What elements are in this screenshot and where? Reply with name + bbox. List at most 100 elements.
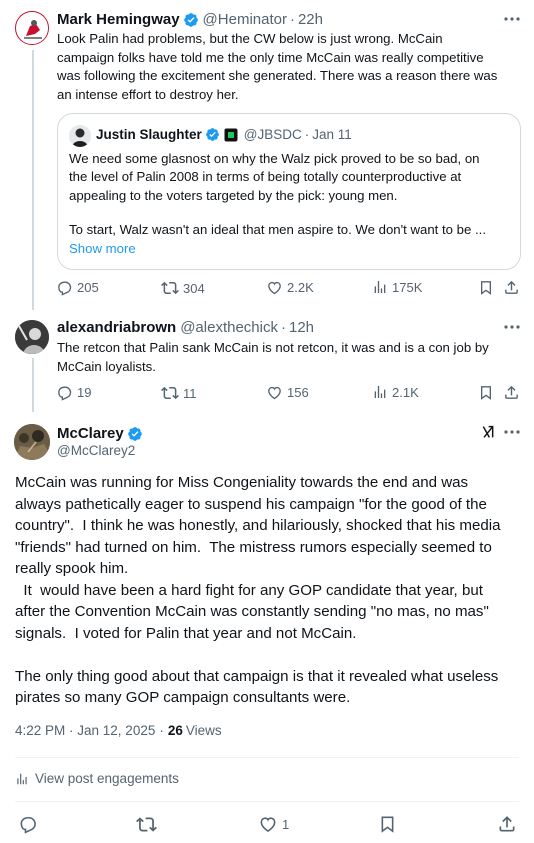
repost-button[interactable]: [136, 814, 161, 835]
handle[interactable]: @Heminator: [203, 11, 287, 28]
avatar-illustration: [18, 14, 48, 44]
bookmark-icon: [381, 816, 394, 833]
avatar[interactable]: [15, 320, 49, 354]
like-button[interactable]: 2.2K: [266, 279, 314, 296]
share-icon: [505, 385, 518, 399]
share-button[interactable]: [497, 814, 521, 834]
post-text-line: McCain loyalists.: [57, 358, 156, 374]
handle: @JBSDC: [243, 127, 302, 142]
reply-button[interactable]: [18, 814, 42, 834]
analytics-icon: [374, 281, 386, 293]
share-button[interactable]: [503, 384, 524, 401]
reply-button[interactable]: 205: [56, 279, 99, 296]
like-button[interactable]: 156: [266, 384, 309, 401]
engagements-label: View post engagements: [35, 771, 179, 786]
view-count: 175K: [392, 279, 423, 295]
separator: ·: [159, 723, 164, 738]
reply-icon: [58, 386, 72, 401]
views-button[interactable]: 175K: [372, 279, 422, 295]
divider: [15, 757, 519, 758]
post-header: alexandriabrown @alexthechick · 12h: [57, 319, 314, 336]
post-timestamp[interactable]: 4:22 PM · Jan 12, 2025: [15, 723, 155, 738]
quote-text-line: We need some glasnost on why the Walz pi…: [69, 151, 480, 166]
thread-line: [32, 50, 34, 310]
like-count: 1: [282, 816, 290, 832]
bookmark-button[interactable]: [478, 279, 498, 296]
bookmark-button[interactable]: [478, 384, 498, 401]
views-count: 26: [167, 723, 183, 738]
separator: ·: [280, 319, 286, 336]
more-options-icon[interactable]: [502, 317, 522, 337]
repost-count: 11: [183, 385, 197, 401]
repost-icon: [161, 281, 179, 295]
post-header: Mark Hemingway @Heminator · 22h: [57, 11, 323, 28]
bookmark-icon: [481, 281, 491, 295]
repost-button[interactable]: 11: [161, 384, 197, 402]
verified-badge-icon: [183, 12, 199, 28]
post-text: Look Palin had problems, but the CW belo…: [57, 30, 497, 104]
share-icon: [499, 816, 515, 832]
handle[interactable]: @McClarey2: [57, 443, 135, 458]
share-button[interactable]: [503, 279, 524, 296]
avatar[interactable]: [14, 424, 50, 460]
like-count: 2.2K: [287, 280, 314, 295]
handle-row: @McClarey2: [57, 443, 135, 458]
views-button[interactable]: 2.1K: [372, 384, 419, 400]
quote-text-line: appealing to the voters targeted by the …: [69, 187, 398, 203]
analytics-icon: [374, 386, 386, 398]
more-options-icon[interactable]: [502, 422, 522, 442]
post-text-line: It would have been a hard fight for any …: [15, 581, 483, 599]
heart-icon: [268, 281, 281, 295]
heart-icon: [260, 817, 276, 833]
divider: [15, 801, 519, 802]
post-text-line: "friends" had turned on him. The mistres…: [15, 538, 492, 556]
quote-header: Justin Slaughter @JBSDC · Jan 11: [96, 127, 352, 142]
show-more-link[interactable]: Show more: [69, 240, 136, 259]
post-text-line: signals. I voted for Palin that year and…: [15, 624, 357, 642]
share-icon: [505, 280, 518, 294]
like-count: 156: [287, 385, 309, 400]
post-text-line: The retcon that Palin sank McCain is not…: [57, 340, 489, 355]
post-text-line: after the Convention McCain was constant…: [15, 603, 489, 620]
post-text-line: [15, 644, 525, 666]
post-actions: 19 11 156 2.1K: [56, 384, 521, 404]
avatar-illustration: [15, 320, 49, 354]
like-button[interactable]: 1: [258, 814, 289, 834]
quote-text-line: the level of Palin 2008 in terms of bein…: [69, 169, 462, 185]
more-options-icon[interactable]: [502, 9, 522, 29]
timestamp[interactable]: 12h: [289, 319, 314, 336]
bookmark-button[interactable]: [378, 814, 401, 834]
repost-icon: [136, 817, 157, 832]
grok-icon[interactable]: [478, 422, 498, 442]
display-name: Justin Slaughter: [96, 127, 202, 142]
post-text-line: Look Palin had problems, but the CW belo…: [57, 31, 443, 46]
post-text-line: The only thing good about that campaign …: [15, 667, 499, 685]
post-text-line: was following the excitement she generat…: [57, 68, 498, 83]
post-text: The retcon that Palin sank McCain is not…: [57, 339, 489, 376]
post-text-line: campaign folks have told me the only tim…: [57, 49, 484, 65]
post-text-line: pirates so many GOP campaign consultants…: [15, 689, 351, 706]
quoted-post[interactable]: Justin Slaughter @JBSDC · Jan 11 We need…: [57, 113, 521, 270]
reply-button[interactable]: 19: [56, 384, 91, 401]
repost-button[interactable]: 304: [161, 279, 205, 297]
avatar: [69, 125, 91, 147]
separator: ·: [304, 127, 310, 142]
verified-badge-icon: [205, 127, 220, 142]
views-label: Views: [185, 723, 222, 738]
verified-badge-icon: [127, 426, 143, 442]
display-name[interactable]: Mark Hemingway: [57, 11, 180, 28]
handle[interactable]: @alexthechick: [180, 319, 278, 336]
view-count: 2.1K: [392, 384, 419, 400]
view-engagements-link[interactable]: View post engagements: [15, 771, 179, 786]
reply-count: 19: [77, 385, 92, 400]
post-text-line: McCain was running for Miss Congeniality…: [15, 474, 469, 491]
repost-count: 304: [183, 280, 205, 296]
post-text-line: an intense effort to destroy her.: [57, 86, 239, 102]
reply-icon: [20, 816, 36, 834]
avatar[interactable]: [15, 11, 49, 45]
display-name[interactable]: McClarey: [57, 425, 124, 442]
timestamp[interactable]: 22h: [298, 11, 323, 28]
avatar-illustration: [14, 424, 50, 460]
display-name[interactable]: alexandriabrown: [57, 319, 176, 336]
post-text-line: country". I think he was honestly, and h…: [15, 517, 501, 534]
